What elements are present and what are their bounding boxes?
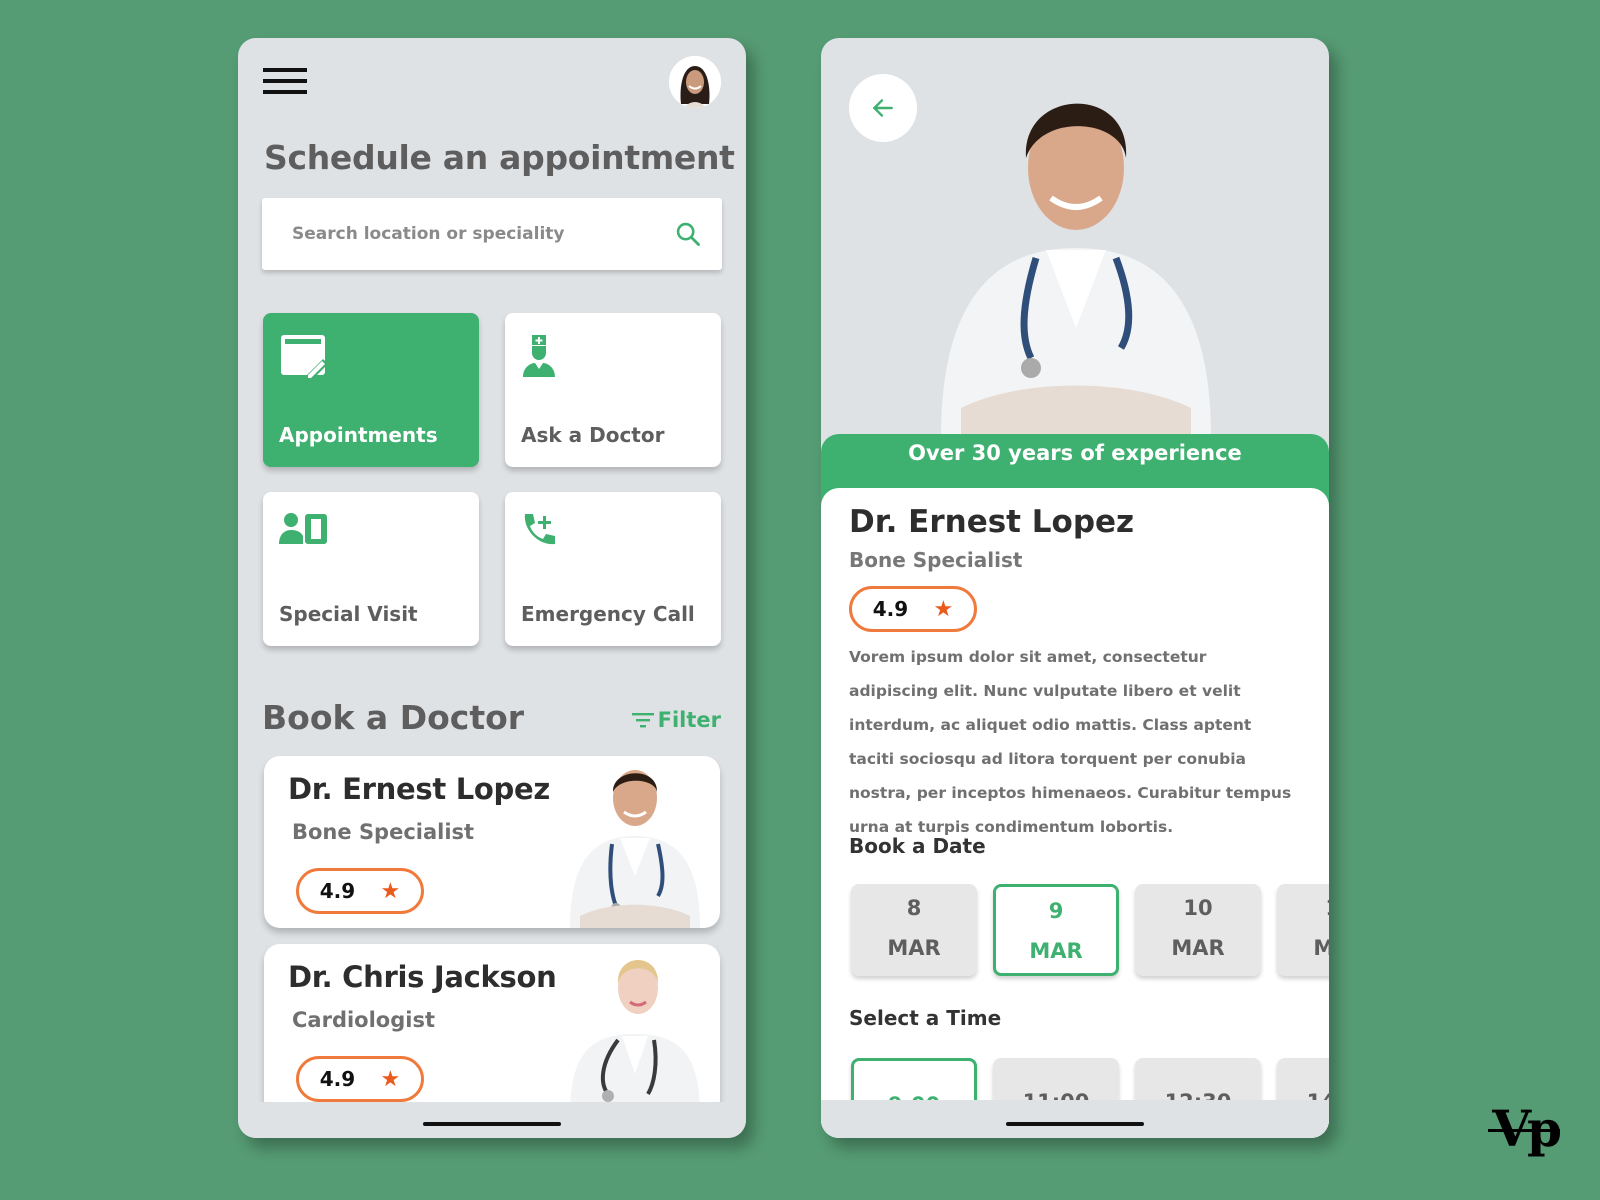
bottom-bar <box>821 1100 1329 1138</box>
bottom-bar <box>238 1102 746 1138</box>
home-screen: Schedule an appointment Appointments Ask… <box>238 38 746 1138</box>
person-card-icon <box>279 513 327 544</box>
date-day: 8 <box>906 896 922 920</box>
search-bar <box>262 198 722 270</box>
date-month: MAR <box>1171 936 1225 960</box>
phone-plus-icon <box>524 514 555 545</box>
date-chip[interactable]: 8 MAR <box>851 884 977 976</box>
doctor-card[interactable]: Dr. Ernest Lopez Bone Specialist 4.9 ★ <box>264 756 720 928</box>
tile-label: Ask a Doctor <box>521 423 665 447</box>
filter-button[interactable]: Filter <box>631 708 721 732</box>
tile-special-visit[interactable]: Special Visit <box>263 492 479 646</box>
rating-badge: 4.9 ★ <box>296 1056 424 1102</box>
hamburger-menu-icon[interactable] <box>263 68 307 98</box>
back-button[interactable] <box>849 74 917 142</box>
doctor-icon <box>523 335 555 377</box>
star-icon: ★ <box>380 1066 401 1092</box>
doctor-name: Dr. Ernest Lopez <box>288 772 550 806</box>
tile-label: Emergency Call <box>521 602 695 626</box>
tile-label: Appointments <box>279 423 438 447</box>
rating-value: 4.9 <box>872 597 909 621</box>
user-avatar[interactable] <box>669 56 721 108</box>
search-input[interactable] <box>292 224 674 244</box>
select-time-heading: Select a Time <box>849 1006 1002 1030</box>
tile-ask-a-doctor[interactable]: Ask a Doctor <box>505 313 721 467</box>
page-title: Schedule an appointment <box>264 138 735 177</box>
search-icon[interactable] <box>674 220 702 248</box>
rating-badge: 4.9 ★ <box>296 868 424 914</box>
doctor-specialty: Cardiologist <box>292 1008 435 1032</box>
rating-badge: 4.9 ★ <box>849 586 977 632</box>
book-doctor-heading: Book a Doctor <box>262 698 525 737</box>
date-month: MAR <box>1313 936 1329 960</box>
doctor-detail-sheet: Dr. Ernest Lopez Bone Specialist 4.9 ★ V… <box>821 488 1329 1138</box>
doctor-specialty: Bone Specialist <box>292 820 475 844</box>
doctor-photo <box>570 770 700 928</box>
date-chip[interactable]: 10 MAR <box>1135 884 1261 976</box>
date-day: 10 <box>1183 896 1213 920</box>
doctor-detail-screen: Over 30 years of experience Dr. Ernest L… <box>821 38 1329 1138</box>
doctor-photo <box>570 960 700 1116</box>
date-picker: 8 MAR 9 MAR 10 MAR 11 MAR <box>851 884 1329 976</box>
date-chip[interactable]: 11 MAR <box>1277 884 1329 976</box>
home-indicator[interactable] <box>1006 1122 1144 1126</box>
date-day: 11 <box>1277 896 1329 920</box>
star-icon: ★ <box>380 878 401 904</box>
rating-value: 4.9 <box>319 1067 356 1091</box>
doctor-card[interactable]: Dr. Chris Jackson Cardiologist 4.9 ★ <box>264 944 720 1116</box>
brand-logo: Vp <box>1488 1099 1562 1158</box>
home-indicator[interactable] <box>423 1122 561 1126</box>
brand-strike <box>1488 1129 1560 1132</box>
date-chip-selected[interactable]: 9 MAR <box>993 884 1119 976</box>
tile-emergency-call[interactable]: Emergency Call <box>505 492 721 646</box>
star-icon: ★ <box>933 596 954 622</box>
filter-label: Filter <box>657 708 721 732</box>
doctor-hero-photo <box>941 103 1211 438</box>
date-day: 9 <box>1048 899 1064 923</box>
tile-label: Special Visit <box>279 602 418 626</box>
date-month: MAR <box>887 936 941 960</box>
date-month: MAR <box>1029 939 1083 963</box>
tile-appointments[interactable]: Appointments <box>263 313 479 467</box>
filter-icon <box>631 713 654 728</box>
arrow-left-icon <box>872 99 893 117</box>
experience-text: Over 30 years of experience <box>908 441 1242 465</box>
doctor-bio: Vorem ipsum dolor sit amet, consectetur … <box>849 648 1292 836</box>
doctor-specialty: Bone Specialist <box>849 548 1023 572</box>
doctor-name: Dr. Ernest Lopez <box>849 504 1135 540</box>
rating-value: 4.9 <box>319 879 356 903</box>
doctor-name: Dr. Chris Jackson <box>288 960 557 994</box>
calendar-edit-icon <box>281 335 328 382</box>
book-date-heading: Book a Date <box>849 834 986 858</box>
